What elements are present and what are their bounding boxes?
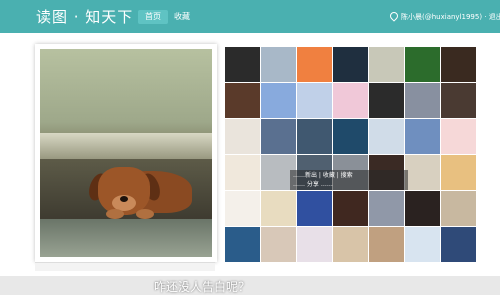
thumbnail-tile[interactable] [405, 47, 440, 82]
thumbnail-tile[interactable] [297, 119, 332, 154]
featured-card[interactable]: 咋还没人告白呢？ [35, 44, 250, 294]
thumbnail-tile[interactable] [405, 227, 440, 262]
thumbnail-tile[interactable] [225, 191, 260, 226]
thumbnail-tile[interactable] [441, 227, 476, 262]
thumbnail-tile[interactable] [405, 191, 440, 226]
thumbnail-tile[interactable] [405, 83, 440, 118]
site-logo[interactable]: 读图 · 知天下 [36, 6, 133, 27]
thumbnail-tile[interactable] [441, 47, 476, 82]
overlay-line-2: …… 分享 …… [293, 181, 333, 188]
user-label[interactable]: 陈小晨(@huxianyl1995) · 退出 [401, 13, 500, 21]
thumbnail-tile[interactable] [225, 227, 260, 262]
thumbnail-tile[interactable] [333, 47, 368, 82]
thumbnail-tile[interactable] [261, 47, 296, 82]
thumbnail-tile[interactable] [225, 47, 260, 82]
thumbnail-tile[interactable] [405, 119, 440, 154]
thumbnail-tile[interactable] [297, 227, 332, 262]
thumbnail-tile[interactable] [261, 119, 296, 154]
thumbnail-tile[interactable] [333, 83, 368, 118]
footer-strip [35, 262, 215, 271]
tile-overlay: ……新出 | 收藏 | 搜索 …… 分享 …… [290, 170, 408, 190]
thumbnail-tile[interactable] [297, 83, 332, 118]
location-icon [388, 10, 400, 22]
puppy-nose [120, 196, 128, 202]
nav-home-tab[interactable]: 首页 [138, 10, 168, 24]
foreground-board [40, 219, 212, 257]
thumbnail-tile[interactable] [405, 155, 440, 190]
thumbnail-tile[interactable] [369, 47, 404, 82]
thumbnail-tile[interactable] [441, 155, 476, 190]
thumbnail-tile[interactable] [333, 119, 368, 154]
thumbnail-tile[interactable] [261, 191, 296, 226]
featured-caption: 咋还没人告白呢？ [153, 280, 250, 294]
thumbnail-tile[interactable] [297, 47, 332, 82]
thumbnail-tile[interactable] [369, 119, 404, 154]
top-nav-bar: 读图 · 知天下 首页 收藏 陈小晨(@huxianyl1995) · 退出 [0, 0, 500, 33]
thumbnail-tile[interactable] [225, 155, 260, 190]
overlay-line-1: ……新出 | 收藏 | 搜索 [293, 172, 353, 179]
nav-favorites-tab[interactable]: 收藏 [167, 10, 197, 24]
thumbnail-tile[interactable] [441, 119, 476, 154]
thumbnail-tile[interactable] [369, 191, 404, 226]
thumbnail-tile[interactable] [297, 191, 332, 226]
thumbnail-tile[interactable] [333, 191, 368, 226]
thumbnail-tile[interactable] [225, 83, 260, 118]
thumbnail-tile[interactable] [333, 227, 368, 262]
thumbnail-tile[interactable] [261, 227, 296, 262]
thumbnail-tile[interactable] [261, 83, 296, 118]
thumbnail-tile[interactable] [441, 83, 476, 118]
puppy-paw-right [136, 209, 154, 219]
featured-photo[interactable] [40, 49, 212, 257]
user-info[interactable]: 陈小晨(@huxianyl1995) · 退出 [388, 10, 500, 22]
thumbnail-tile[interactable] [225, 119, 260, 154]
puppy-paw-left [106, 209, 124, 219]
thumbnail-tile[interactable] [369, 227, 404, 262]
thumbnail-tile[interactable] [441, 191, 476, 226]
image-wall [225, 47, 476, 263]
thumbnail-tile[interactable] [369, 83, 404, 118]
